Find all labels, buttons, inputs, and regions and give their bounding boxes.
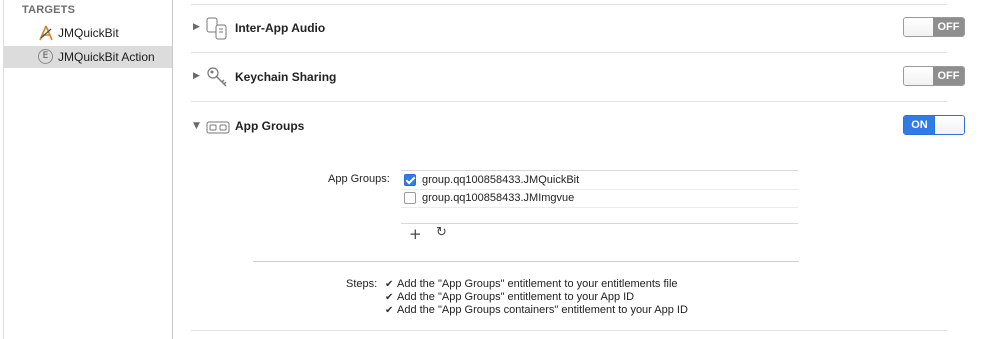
section-divider xyxy=(191,330,947,331)
capability-inter-app-audio: ▶ Inter-App Audio OFF xyxy=(191,8,971,48)
app-groups-icon xyxy=(206,121,230,134)
app-target-icon xyxy=(39,25,53,41)
section-divider xyxy=(191,4,947,5)
checkmark-icon: ✔ xyxy=(385,279,394,290)
capability-title: Inter-App Audio xyxy=(235,21,326,35)
capability-keychain-sharing: ▶ Keychain Sharing OFF xyxy=(191,57,971,97)
row-separator xyxy=(401,207,798,208)
targets-sidebar: TARGETS JMQuickBit E JMQuickBit Action xyxy=(0,0,173,339)
toggle-state-label: OFF xyxy=(933,18,964,36)
toggle-knob xyxy=(904,18,934,36)
step-text: Add the "App Groups" entitlement to your… xyxy=(397,291,635,303)
app-group-name: group.qq100858433.JMQuickBit xyxy=(422,174,580,186)
steps-label: Steps: xyxy=(346,278,378,290)
steps-divider xyxy=(253,261,799,262)
toggle-knob xyxy=(934,116,964,134)
extension-glyph: E xyxy=(38,49,53,64)
disclosure-triangle-expanded-icon[interactable]: ▼ xyxy=(193,121,200,131)
keychain-icon xyxy=(207,67,227,87)
step-item: ✔ Add the "App Groups containers" entitle… xyxy=(385,304,688,316)
disclosure-triangle-collapsed-icon[interactable]: ▶ xyxy=(193,71,200,81)
section-divider xyxy=(191,52,947,53)
target-item-jmquickbit-action[interactable]: E JMQuickBit Action xyxy=(4,46,172,68)
app-group-checkbox[interactable] xyxy=(404,174,416,186)
app-group-name: group.qq100858433.JMImgvue xyxy=(422,192,575,204)
keychain-sharing-toggle[interactable]: OFF xyxy=(903,66,965,86)
add-app-group-button[interactable]: + xyxy=(409,225,422,243)
target-item-jmquickbit[interactable]: JMQuickBit xyxy=(4,22,172,44)
capabilities-pane: ▶ Inter-App Audio OFF ▶ Keychain Sharing… xyxy=(174,0,988,339)
targets-header: TARGETS xyxy=(22,4,76,16)
capability-title: App Groups xyxy=(235,119,305,133)
refresh-icon[interactable]: ↻ xyxy=(436,225,447,240)
target-label: JMQuickBit Action xyxy=(58,50,155,64)
capability-app-groups: ▼ App Groups ON xyxy=(191,106,971,146)
section-divider xyxy=(191,101,947,102)
step-item: ✔ Add the "App Groups" entitlement to you… xyxy=(385,291,634,303)
disclosure-triangle-collapsed-icon[interactable]: ▶ xyxy=(193,22,200,32)
toggle-state-label: ON xyxy=(904,116,935,134)
checkmark-icon: ✔ xyxy=(385,292,394,303)
app-group-row[interactable]: group.qq100858433.JMImgvue xyxy=(401,189,798,208)
inter-app-audio-icon xyxy=(206,17,227,40)
step-item: ✔ Add the "App Groups" entitlement to you… xyxy=(385,278,678,290)
extension-target-icon: E xyxy=(38,49,54,65)
step-text: Add the "App Groups" entitlement to your… xyxy=(397,278,678,290)
list-footer-border xyxy=(401,223,798,224)
capability-title: Keychain Sharing xyxy=(235,70,337,84)
app-group-row[interactable]: group.qq100858433.JMQuickBit xyxy=(401,171,798,190)
app-groups-toggle[interactable]: ON xyxy=(903,115,965,135)
toggle-knob xyxy=(904,67,934,85)
target-label: JMQuickBit xyxy=(58,26,119,40)
inter-app-audio-toggle[interactable]: OFF xyxy=(903,17,965,37)
toggle-state-label: OFF xyxy=(933,67,964,85)
app-group-checkbox[interactable] xyxy=(404,192,416,204)
app-groups-label: App Groups: xyxy=(328,173,390,185)
checkmark-icon: ✔ xyxy=(385,305,394,316)
step-text: Add the "App Groups containers" entitlem… xyxy=(397,304,688,316)
